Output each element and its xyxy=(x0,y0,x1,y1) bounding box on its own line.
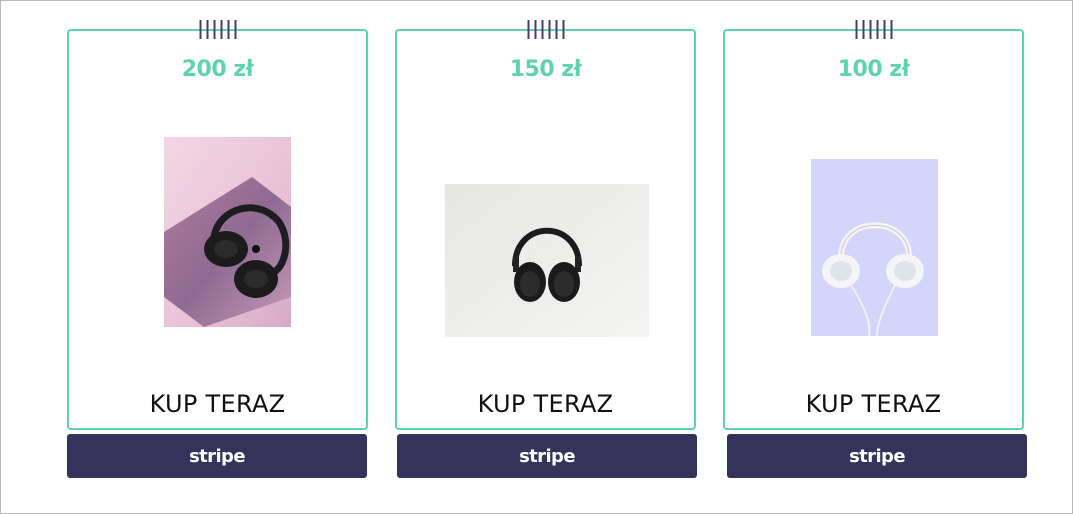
product-card-2: 150 zł KUP TERAZ xyxy=(395,20,696,430)
stripe-pay-button[interactable]: stripe xyxy=(727,434,1027,478)
price-label: 150 zł xyxy=(509,57,582,82)
price-label: 200 zł xyxy=(181,57,254,82)
buy-now-label: KUP TERAZ xyxy=(805,390,942,418)
price-label: 100 zł xyxy=(837,57,910,82)
stripe-pay-button[interactable]: stripe xyxy=(67,434,367,478)
product-image-black-headphones xyxy=(445,184,649,337)
product-image-white-headphones xyxy=(811,159,938,336)
buy-now-label: KUP TERAZ xyxy=(149,390,286,418)
product-card-1: 200 zł KUP TERAZ xyxy=(67,20,368,430)
card-hanger-icon xyxy=(199,20,236,39)
stripe-pay-button[interactable]: stripe xyxy=(397,434,697,478)
product-image-headphones-laptop xyxy=(164,137,291,327)
card-hanger-icon xyxy=(855,20,892,39)
product-card-3: 100 zł KUP TERAZ xyxy=(723,20,1024,430)
pricing-panel: 200 zł KUP TERAZ stripe 150 zł KUP TERAZ… xyxy=(0,0,1073,514)
card-hanger-icon xyxy=(527,20,564,39)
buy-now-label: KUP TERAZ xyxy=(477,390,614,418)
